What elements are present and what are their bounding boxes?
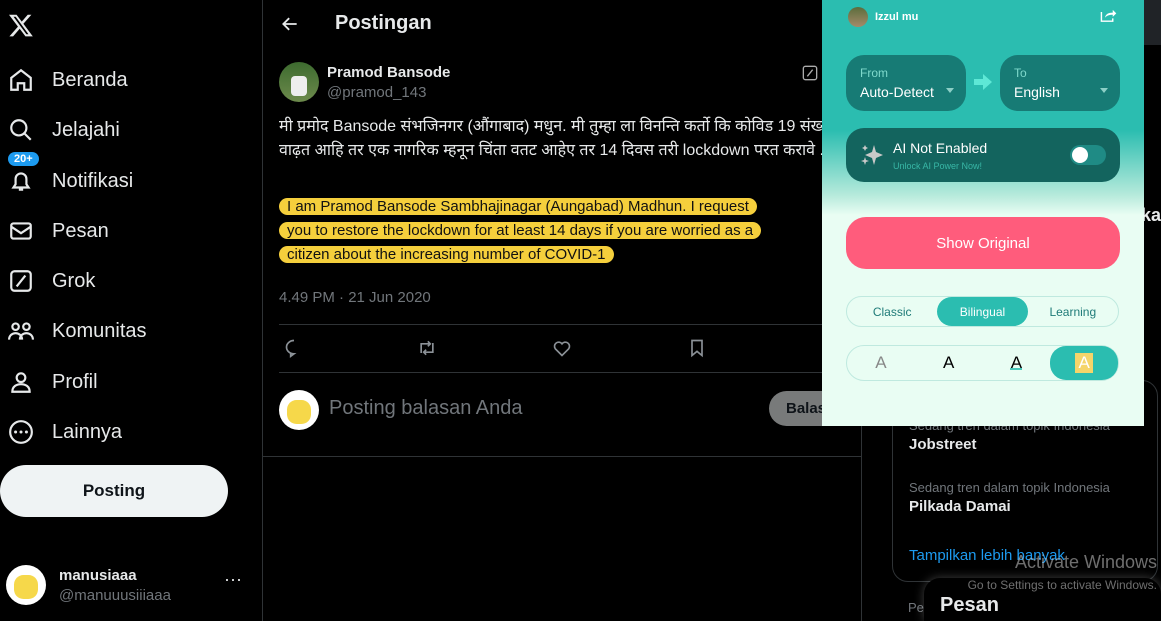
sidebar-item-label: Jelajahi bbox=[52, 118, 120, 141]
account-switcher[interactable]: manusiaaa @manuuusiiiaaa ··· bbox=[6, 565, 246, 607]
post-button[interactable]: Posting bbox=[0, 465, 228, 517]
user-name: Izzul mu bbox=[875, 11, 919, 23]
style-underline[interactable]: A bbox=[983, 346, 1051, 380]
to-label: To bbox=[1014, 66, 1027, 80]
activation-watermark-sub: Go to Settings to activate Windows. bbox=[967, 578, 1157, 592]
activation-watermark: Activate Windows bbox=[1014, 552, 1157, 572]
avatar bbox=[6, 565, 46, 605]
home-icon bbox=[10, 68, 32, 91]
sidebar-item-label: Notifikasi bbox=[52, 169, 134, 192]
account-handle: @manuuusiiiaaa bbox=[59, 587, 171, 604]
reply-input[interactable]: Posting balasan Anda bbox=[329, 397, 523, 420]
grok-icon[interactable] bbox=[802, 65, 818, 81]
messages-drawer-title: Pesan bbox=[940, 594, 999, 616]
show-original-button[interactable]: Show Original bbox=[846, 217, 1120, 269]
mode-classic[interactable]: Classic bbox=[847, 297, 937, 326]
mode-bilingual[interactable]: Bilingual bbox=[937, 297, 1028, 326]
author-avatar[interactable] bbox=[279, 62, 319, 102]
arrow-right-icon[interactable] bbox=[974, 74, 992, 90]
trend-context: Sedang tren dalam topik Indonesia bbox=[909, 480, 1110, 495]
ai-toggle[interactable] bbox=[1070, 145, 1106, 165]
sidebar-item-label: Komunitas bbox=[52, 319, 147, 342]
page-title: Postingan bbox=[335, 12, 432, 34]
community-icon bbox=[8, 322, 34, 340]
bookmark-icon[interactable] bbox=[687, 338, 707, 358]
style-highlight-label: A bbox=[1075, 353, 1093, 373]
trend-title: Jobstreet bbox=[909, 436, 977, 453]
divider bbox=[262, 0, 263, 621]
tweet-timestamp[interactable]: 4.49 PM · 21 Jun 2020 bbox=[279, 289, 431, 306]
sidebar-item-label: Grok bbox=[52, 269, 96, 292]
more-options-icon[interactable]: ··· bbox=[224, 569, 242, 590]
sidebar-item-profil[interactable]: Profil bbox=[8, 369, 98, 395]
ai-panel: AI Not Enabled Unlock AI Power Now! bbox=[846, 128, 1120, 182]
to-value: English bbox=[1014, 84, 1060, 100]
notification-badge: 20+ bbox=[8, 152, 39, 166]
x-logo-icon[interactable] bbox=[8, 12, 34, 38]
tweet-text: मी प्रमोद Bansode संभजिनगर (औंगाबाद) मधु… bbox=[279, 118, 834, 159]
more-icon bbox=[9, 420, 33, 444]
to-language-select[interactable]: To English bbox=[1000, 55, 1120, 111]
style-faded[interactable]: A bbox=[847, 346, 915, 380]
translation-block: I am Pramod Bansode Sambhajinagar (Aunga… bbox=[279, 195, 854, 267]
display-mode-tabs: Classic Bilingual Learning bbox=[846, 296, 1119, 327]
translator-popup: Izzul mu From Auto-Detect To English AI … bbox=[822, 0, 1144, 426]
text-style-options: A A A A bbox=[846, 345, 1119, 381]
ai-title: AI Not Enabled bbox=[893, 140, 988, 156]
divider bbox=[279, 372, 839, 373]
like-icon[interactable] bbox=[552, 338, 572, 358]
author-name[interactable]: Pramod Bansode bbox=[327, 64, 450, 81]
sidebar-item-label: Beranda bbox=[52, 68, 128, 91]
translation-line: I am Pramod Bansode Sambhajinagar (Aunga… bbox=[279, 198, 757, 215]
sidebar-item-notifikasi[interactable]: 20+ Notifikasi bbox=[8, 152, 134, 194]
back-arrow-icon[interactable] bbox=[280, 14, 300, 34]
sidebar-item-komunitas[interactable]: Komunitas bbox=[8, 318, 147, 344]
style-highlight[interactable]: A bbox=[1050, 346, 1118, 380]
sidebar-item-label: Profil bbox=[52, 370, 98, 393]
reply-avatar bbox=[279, 390, 319, 430]
sparkle-icon bbox=[861, 145, 883, 165]
from-label: From bbox=[860, 66, 888, 80]
mode-learning[interactable]: Learning bbox=[1028, 297, 1118, 326]
reply-icon[interactable] bbox=[284, 338, 304, 358]
sidebar-item-grok[interactable]: Grok bbox=[8, 268, 95, 294]
chevron-down-icon bbox=[946, 88, 954, 93]
chevron-down-icon bbox=[1100, 88, 1108, 93]
sidebar-item-label: Pesan bbox=[52, 219, 109, 242]
search-icon bbox=[10, 119, 32, 141]
divider bbox=[279, 324, 839, 325]
author-handle[interactable]: @pramod_143 bbox=[327, 84, 426, 101]
bell-icon bbox=[11, 172, 31, 191]
profile-icon bbox=[11, 372, 31, 393]
sidebar-item-beranda[interactable]: Beranda bbox=[8, 67, 128, 93]
trend-title: Pilkada Damai bbox=[909, 498, 1011, 515]
divider bbox=[263, 456, 861, 457]
share-icon[interactable] bbox=[1100, 8, 1117, 23]
translation-line: you to restore the lockdown for at least… bbox=[279, 222, 762, 239]
search-bar[interactable] bbox=[1144, 0, 1161, 45]
style-plain[interactable]: A bbox=[915, 346, 983, 380]
sidebar-item-lainnya[interactable]: Lainnya bbox=[8, 419, 122, 445]
sidebar-item-pesan[interactable]: Pesan bbox=[8, 218, 109, 244]
account-name: manusiaaa bbox=[59, 567, 137, 584]
ai-subtitle: Unlock AI Power Now! bbox=[893, 161, 983, 171]
mail-icon bbox=[10, 222, 32, 240]
from-value: Auto-Detect bbox=[860, 84, 934, 100]
sidebar-item-jelajahi[interactable]: Jelajahi bbox=[8, 117, 120, 143]
translation-line: citizen about the increasing number of C… bbox=[279, 246, 614, 263]
trend-item[interactable]: Sedang tren dalam topik Indonesia Pilkad… bbox=[909, 480, 1110, 515]
grok-icon bbox=[10, 270, 32, 292]
repost-icon[interactable] bbox=[416, 338, 438, 358]
from-language-select[interactable]: From Auto-Detect bbox=[846, 55, 966, 111]
footer-fragment: Pe bbox=[908, 600, 924, 615]
user-avatar bbox=[848, 7, 868, 27]
sidebar-item-label: Lainnya bbox=[52, 420, 123, 443]
